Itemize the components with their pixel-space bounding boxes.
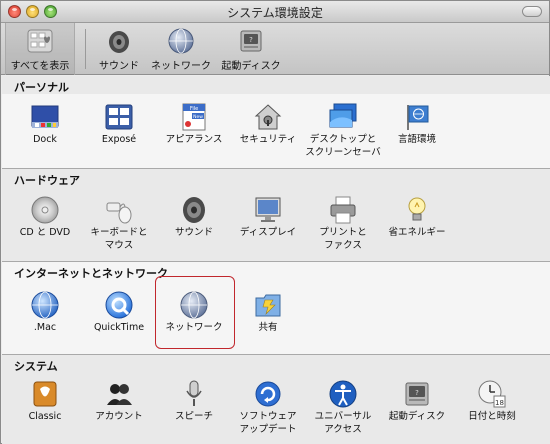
speaker-icon <box>105 27 133 55</box>
section-title: ハードウェア <box>14 174 80 187</box>
toolbar-network-button[interactable]: ネットワーク <box>149 23 213 75</box>
toolbar: すべてを表示 サウンド ネットワーク ? 起動ディスク <box>1 23 549 75</box>
sharing-folder-icon <box>253 290 283 320</box>
pane-universal-access[interactable]: ユニバーサル アクセス <box>306 379 380 441</box>
pane-accounts-label: アカウント <box>95 411 143 422</box>
pane-expose[interactable]: Exposé <box>82 102 156 164</box>
keyboard-mouse-icon <box>104 195 134 225</box>
pane-display-label: ディスプレイ <box>239 227 297 238</box>
software-update-icon <box>253 379 283 409</box>
cd-icon <box>30 195 60 225</box>
svg-text:?: ? <box>415 389 419 397</box>
section-personal: パーソナル Dock Exposé File New アピアランス セキュリティ… <box>2 76 550 168</box>
quicktime-icon <box>104 290 134 320</box>
toolbar-startup-disk-label: 起動ディスク <box>221 61 281 72</box>
pane-dock[interactable]: Dock <box>8 102 82 164</box>
pane-energy-saver-label: 省エネルギー <box>388 227 446 238</box>
pane-keyboard-mouse-label: キーボードと マウス <box>90 227 148 251</box>
svg-text:18: 18 <box>495 399 504 407</box>
international-flag-icon <box>402 102 432 132</box>
lightbulb-icon <box>402 195 432 225</box>
microphone-icon <box>179 379 209 409</box>
universal-access-icon <box>328 379 358 409</box>
printer-icon <box>328 195 358 225</box>
section-title: システム <box>14 360 58 373</box>
appearance-icon: File New <box>179 102 209 132</box>
section-hardware: ハードウェア CD と DVD キーボードと マウス サウンド ディスプレイ プ… <box>2 169 550 261</box>
window-title: システム環境設定 <box>227 6 323 20</box>
pane-security[interactable]: セキュリティ <box>231 102 305 164</box>
accounts-icon <box>104 379 134 409</box>
pane-quicktime-label: QuickTime <box>93 322 145 333</box>
pane-accounts[interactable]: アカウント <box>82 379 156 441</box>
apple-grid-icon <box>26 27 54 55</box>
hard-disk-icon: ? <box>402 379 432 409</box>
pane-energy-saver[interactable]: 省エネルギー <box>380 195 454 257</box>
pane-software-update-label: ソフトウェア アップデート <box>239 411 297 435</box>
section-title: パーソナル <box>14 81 69 94</box>
speaker-icon <box>179 195 209 225</box>
toolbar-startup-disk-button[interactable]: ? 起動ディスク <box>217 23 285 75</box>
security-house-icon <box>253 102 283 132</box>
section-body: Classic アカウント スピーチ ソフトウェア アップデート ユニバーサル … <box>2 373 550 444</box>
pane-print-fax[interactable]: プリントと ファクス <box>306 195 380 257</box>
section-header: ハードウェア <box>2 169 550 187</box>
clock-icon: 18 <box>477 379 507 409</box>
network-pane-highlight <box>155 276 235 349</box>
toolbar-separator <box>85 29 86 69</box>
pane-speech[interactable]: スピーチ <box>157 379 231 441</box>
pane-display[interactable]: ディスプレイ <box>231 195 305 257</box>
svg-text:New: New <box>193 114 203 120</box>
svg-text:?: ? <box>249 36 253 44</box>
desktop-icon <box>328 102 358 132</box>
pane-sound[interactable]: サウンド <box>157 195 231 257</box>
pane-keyboard-mouse[interactable]: キーボードと マウス <box>82 195 156 257</box>
toolbar-toggle-button[interactable] <box>522 6 542 17</box>
pane-cd-dvd[interactable]: CD と DVD <box>8 195 82 257</box>
dotmac-globe-icon <box>30 290 60 320</box>
pane-international[interactable]: 言語環境 <box>380 102 454 164</box>
network-globe-icon <box>167 27 195 55</box>
pane-expose-label: Exposé <box>101 134 137 145</box>
pane-sharing[interactable]: 共有 <box>231 290 305 352</box>
pane-security-label: セキュリティ <box>239 134 297 145</box>
pane-appearance[interactable]: File New アピアランス <box>157 102 231 164</box>
section-header: パーソナル <box>2 76 550 94</box>
pane-sharing-label: 共有 <box>258 322 278 333</box>
pane-quicktime[interactable]: QuickTime <box>82 290 156 352</box>
hard-disk-icon: ? <box>237 27 265 55</box>
section-body: CD と DVD キーボードと マウス サウンド ディスプレイ プリントと ファ… <box>2 187 550 261</box>
system-preferences-window: システム環境設定 すべてを表示 サウンド ネットワーク ? 起動ディスク パーソ… <box>0 0 550 444</box>
section-system: システム Classic アカウント スピーチ ソフトウェア アップデート ユニ… <box>2 355 550 444</box>
toolbar-sound-label: サウンド <box>99 61 139 72</box>
pane-dotmac[interactable]: .Mac <box>8 290 82 352</box>
section-title: インターネットとネットワーク <box>14 267 168 280</box>
toolbar-network-label: ネットワーク <box>151 61 211 72</box>
pane-startup-disk-label: 起動ディスク <box>388 411 446 422</box>
pane-desktop-screensaver[interactable]: デスクトップと スクリーンセーバ <box>305 102 381 164</box>
pane-date-time[interactable]: 18 日付と時刻 <box>455 379 529 441</box>
display-icon <box>253 195 283 225</box>
pane-classic[interactable]: Classic <box>8 379 82 441</box>
title-bar: システム環境設定 <box>1 1 549 23</box>
svg-text:File: File <box>190 106 198 112</box>
dock-icon <box>30 102 60 132</box>
section-header: インターネットとネットワーク <box>2 262 550 280</box>
toolbar-sound-button[interactable]: サウンド <box>91 23 147 75</box>
section-body: Dock Exposé File New アピアランス セキュリティ デスクトッ… <box>2 94 550 168</box>
expose-icon <box>104 102 134 132</box>
section-header: システム <box>2 355 550 373</box>
section-body: .Mac QuickTime ネットワーク 共有 <box>2 280 550 354</box>
show-all-button[interactable]: すべてを表示 <box>5 23 75 75</box>
pane-date-time-label: 日付と時刻 <box>468 411 516 422</box>
section-internet-network: インターネットとネットワーク .Mac QuickTime ネットワーク 共有 <box>2 262 550 354</box>
pane-international-label: 言語環境 <box>397 134 436 145</box>
show-all-label: すべてを表示 <box>10 61 70 72</box>
classic-icon <box>30 379 60 409</box>
pane-software-update[interactable]: ソフトウェア アップデート <box>231 379 305 441</box>
pane-startup-disk[interactable]: ? 起動ディスク <box>380 379 454 441</box>
